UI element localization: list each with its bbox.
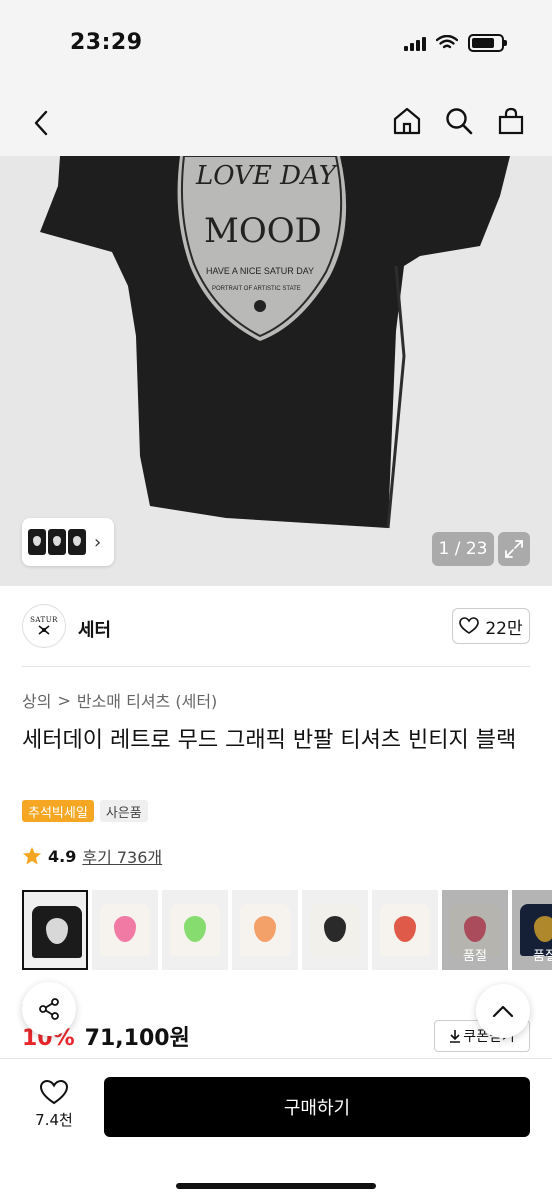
image-thumbnail-strip[interactable]: › xyxy=(22,518,114,566)
cellular-signal-icon xyxy=(404,35,426,51)
sold-out-overlay: 품절 xyxy=(512,890,552,970)
brand-like-count: 22만 xyxy=(485,618,523,639)
back-button[interactable] xyxy=(24,106,58,140)
status-icons xyxy=(404,34,507,52)
chevron-up-icon xyxy=(492,1005,514,1018)
divider xyxy=(22,666,530,667)
search-icon xyxy=(446,108,473,135)
download-icon xyxy=(450,1030,461,1043)
breadcrumb-separator: > xyxy=(57,690,71,710)
thumbnail-2 xyxy=(48,529,66,555)
shirt-graphic-line3: HAVE A NICE SATUR DAY xyxy=(206,266,314,276)
battery-icon xyxy=(468,34,507,52)
brand-row: SATUR 세터 22만 xyxy=(0,604,552,650)
review-count-link[interactable]: 후기 736개 xyxy=(82,844,162,868)
color-variant-4[interactable] xyxy=(232,890,298,970)
breadcrumb: 상의 > 반소매 티셔츠 (세터) xyxy=(22,688,217,712)
search-button[interactable] xyxy=(442,104,476,138)
color-variant-5[interactable] xyxy=(302,890,368,970)
brand-emblem-icon xyxy=(38,625,50,635)
breadcrumb-category-2[interactable]: 반소매 티셔츠 (세터) xyxy=(77,688,217,712)
status-time: 23:29 xyxy=(70,30,143,55)
rating-row[interactable]: 4.9 후기 736개 xyxy=(22,844,162,868)
heart-icon xyxy=(459,617,480,634)
brand-logo-text: SATUR xyxy=(30,616,58,624)
thumbnail-3 xyxy=(68,529,86,555)
gift-badge: 사은품 xyxy=(99,800,148,822)
wishlist-button[interactable]: 7.4천 xyxy=(22,1079,86,1130)
color-variant-8[interactable]: 품절 xyxy=(512,890,552,970)
shirt-graphic-line4: PORTRAIT OF ARTISTIC STATE xyxy=(212,286,301,292)
bottom-action-bar: 7.4천 구매하기 xyxy=(0,1058,552,1200)
nav-actions xyxy=(390,104,528,138)
wifi-icon xyxy=(436,35,458,49)
brand-like-button[interactable]: 22만 xyxy=(452,608,530,644)
star-icon xyxy=(23,847,41,865)
shirt-graphic-line2: MOOD xyxy=(204,211,322,251)
product-image-carousel[interactable]: LOVE DAY MOOD HAVE A NICE SATUR DAY PORT… xyxy=(0,156,552,586)
heart-icon xyxy=(39,1079,69,1105)
color-variant-6[interactable] xyxy=(372,890,438,970)
expand-image-button[interactable] xyxy=(498,532,530,566)
color-variant-1[interactable] xyxy=(22,890,88,970)
brand-name[interactable]: 세터 xyxy=(78,616,111,642)
scroll-top-button[interactable] xyxy=(476,984,530,1038)
share-icon xyxy=(39,998,59,1020)
brand-logo[interactable]: SATUR xyxy=(22,604,66,648)
status-bar: 23:29 xyxy=(0,0,552,92)
chevron-right-icon: › xyxy=(94,531,102,553)
sold-out-overlay: 품절 xyxy=(442,890,508,970)
home-button[interactable] xyxy=(390,104,424,138)
home-icon xyxy=(393,107,421,135)
color-variant-7[interactable]: 품절 xyxy=(442,890,508,970)
chevron-left-icon xyxy=(34,110,48,136)
sale-badge: 추석빅세일 xyxy=(22,800,94,822)
color-variant-list: 품절 품절 xyxy=(22,890,552,970)
shopping-bag-icon xyxy=(498,107,524,135)
home-indicator xyxy=(176,1183,376,1189)
nav-bar xyxy=(0,92,552,156)
rating-score: 4.9 xyxy=(48,846,77,866)
color-variant-3[interactable] xyxy=(162,890,228,970)
buy-button[interactable]: 구매하기 xyxy=(104,1077,530,1137)
final-price: 71,100원 xyxy=(84,1026,190,1051)
badge-row: 추석빅세일 사은품 xyxy=(22,800,148,822)
product-title: 세터데이 레트로 무드 그래픽 반팔 티셔츠 빈티지 블랙 xyxy=(22,728,517,753)
shirt-graphic-line1: LOVE DAY xyxy=(195,161,339,191)
thumbnail-1 xyxy=(28,529,46,555)
breadcrumb-category-1[interactable]: 상의 xyxy=(22,688,51,712)
image-counter: 1 / 23 xyxy=(432,532,494,566)
color-variant-2[interactable] xyxy=(92,890,158,970)
wishlist-count: 7.4천 xyxy=(35,1111,73,1129)
cart-button[interactable] xyxy=(494,104,528,138)
expand-icon xyxy=(505,540,523,558)
share-button[interactable] xyxy=(22,982,76,1036)
